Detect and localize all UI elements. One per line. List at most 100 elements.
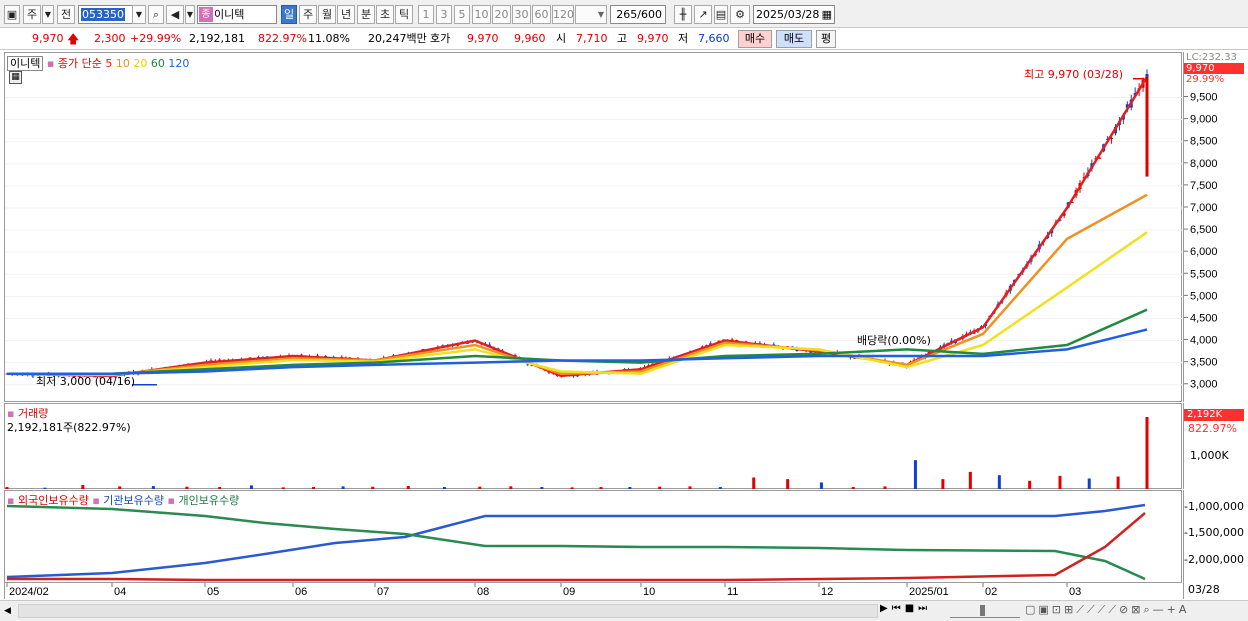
playback-controls[interactable]: ▶⏮■⏭	[880, 603, 931, 614]
volume-ratio: 822.97%	[258, 32, 307, 45]
y-tick-label: 9,500	[1190, 92, 1218, 104]
calendar-icon[interactable]: ▦	[822, 6, 834, 23]
bar-count-field[interactable]: 265/600	[610, 5, 666, 24]
turnover: 11.08%	[308, 32, 350, 45]
date-input[interactable]: 2025/03/28 ▦	[753, 5, 835, 24]
period-tick-button[interactable]: 틱	[395, 5, 413, 24]
volume-bar	[371, 486, 375, 489]
period-month-button[interactable]: 월	[318, 5, 336, 24]
stock-name: 이니텍	[214, 8, 245, 21]
draw-line-icon[interactable]: ↗	[694, 5, 712, 24]
period-second-button[interactable]: 초	[376, 5, 394, 24]
code-dropdown-icon[interactable]: ▼	[132, 5, 146, 24]
gear-icon[interactable]: ⚙	[730, 5, 750, 24]
x-tick-label: 2025/01	[909, 586, 949, 598]
zoom-slider[interactable]	[950, 603, 1020, 618]
holding-panel[interactable]: ▪ 외국인보유수량 ▪ 기관보유수량 ▪ 개인보유수량	[4, 490, 1182, 583]
interval-60-button[interactable]: 60	[532, 5, 551, 24]
y-tick-label: 9,000	[1190, 114, 1218, 126]
individual-label: 개인보유수량	[178, 494, 240, 507]
period-week-button[interactable]: 주	[299, 5, 317, 24]
sell-button[interactable]: 매도	[776, 30, 812, 48]
eval-button[interactable]: 평	[816, 30, 836, 48]
x-tick-label: 07	[377, 586, 389, 598]
high-annotation: 최고 9,970 (03/28)	[1024, 68, 1124, 81]
legend-ma5: 5	[105, 57, 113, 70]
drawing-tools[interactable]: ▢▣⊡⊞⟋⟋⟋⟋⊘⊠⌕—+A	[1025, 603, 1189, 617]
volume-bar	[819, 482, 823, 489]
window-icon[interactable]: ▣	[4, 5, 20, 24]
interval-1-button[interactable]: 1	[418, 5, 434, 24]
date-value: 2025/03/28	[756, 8, 820, 21]
price-chart-panel[interactable]: 이니텍 ▪ 종가 단순 5 10 20 60 120 ▦ 최고 9,970 (0…	[4, 52, 1183, 402]
legend-ma10: 10	[115, 57, 130, 70]
volume-bar	[281, 487, 285, 489]
volume-bar	[151, 486, 155, 489]
price-legend: 이니텍 ▪ 종가 단순 5 10 20 60 120	[7, 55, 189, 71]
stock-name-box[interactable]: 종 이니텍	[197, 5, 277, 24]
x-axis: 2024/02 04 05 06 07 08 09 10 11 12 2025/01 02 03	[4, 583, 1182, 599]
mode-dropdown-icon[interactable]: ▼	[42, 5, 54, 24]
holding-axis: -1,000,000 -1,500,000 -2,000,000	[1183, 490, 1245, 583]
y-tick-label: 7,500	[1190, 180, 1218, 192]
buy-button[interactable]: 매수	[738, 30, 772, 48]
y-tick-label: 4,000	[1190, 335, 1218, 347]
calculator-icon[interactable]: ▦	[9, 71, 22, 84]
x-tick-label: 12	[821, 586, 833, 598]
holding-tick-1: -1,000,000	[1184, 500, 1244, 513]
x-tick-label: 2024/02	[9, 586, 49, 598]
x-tick-label: 09	[563, 586, 575, 598]
x-tick-label: 05	[207, 586, 219, 598]
prev-button[interactable]: 전	[57, 5, 75, 24]
bar-count: 265	[616, 8, 638, 21]
mode-button[interactable]: 주	[23, 5, 41, 24]
interval-20-button[interactable]: 20	[492, 5, 511, 24]
institution-line	[6, 503, 1146, 579]
volume-bar	[1058, 475, 1062, 489]
speaker-icon[interactable]: ◀	[166, 5, 184, 24]
low-price: 7,660	[698, 32, 730, 45]
period-day-button[interactable]: 일	[281, 5, 297, 24]
scroll-left-icon[interactable]: ◀	[4, 604, 16, 618]
period-minute-button[interactable]: 분	[357, 5, 375, 24]
low-annotation: 최저 3,000 (04/16)	[36, 375, 136, 388]
search-icon[interactable]: ⌕	[148, 5, 164, 24]
interval-dropdown-icon: ▼	[597, 10, 604, 19]
interval-5-button[interactable]: 5	[454, 5, 470, 24]
volume-bar	[658, 486, 662, 489]
volume-bar	[312, 487, 315, 489]
interval-3-button[interactable]: 3	[436, 5, 452, 24]
volume-bar	[5, 487, 9, 489]
volume-bar	[1116, 476, 1120, 489]
volume-bar	[442, 487, 446, 489]
period-year-button[interactable]: 년	[337, 5, 355, 24]
institution-label: 기관보유수량	[103, 494, 165, 507]
x-tick-label: 04	[114, 586, 126, 598]
bottom-bar: ◀ ▶⏮■⏭ ▢▣⊡⊞⟋⟋⟋⟋⊘⊠⌕—+A	[0, 600, 1248, 621]
volume-bar	[752, 477, 756, 489]
interval-120-button[interactable]: 120	[552, 5, 574, 24]
chart-type-icon[interactable]: ╫	[674, 5, 692, 24]
save-icon[interactable]: ▤	[714, 5, 728, 24]
volume-bar	[599, 487, 603, 489]
lc-label: LC:232.33	[1186, 52, 1237, 63]
volume-bar	[478, 486, 482, 489]
bid-price: 9,960	[514, 32, 546, 45]
zoom-slider-thumb[interactable]	[980, 605, 985, 616]
interval-30-button[interactable]: 30	[512, 5, 531, 24]
volume-panel[interactable]: ▪ 거래량 2,192,181주(822.97%)	[4, 403, 1182, 489]
pct-tag: 29.99%	[1186, 74, 1225, 85]
volume-bar	[218, 487, 222, 489]
y-tick-label: 8,000	[1190, 158, 1218, 170]
interval-custom-select[interactable]: ▼	[575, 5, 607, 24]
interval-10-button[interactable]: 10	[472, 5, 491, 24]
volume-bar	[540, 487, 544, 489]
scroll-track[interactable]	[18, 604, 878, 618]
toolbar: ▣ 주 ▼ 전 053350 ▼ ⌕ ◀ ▼ 종 이니텍 일 주 월 년 분 초 …	[0, 0, 1248, 28]
price-axis: 3,000 3,500 4,000 4,500 5,000 5,500 6,000 6,500…	[1183, 52, 1245, 402]
volume-tick: 1,000K	[1190, 449, 1229, 462]
open-label: 시	[556, 32, 567, 45]
bar-count-total: /600	[637, 8, 662, 21]
volume-bar	[570, 487, 574, 489]
speaker-dropdown-icon[interactable]: ▼	[185, 5, 195, 24]
